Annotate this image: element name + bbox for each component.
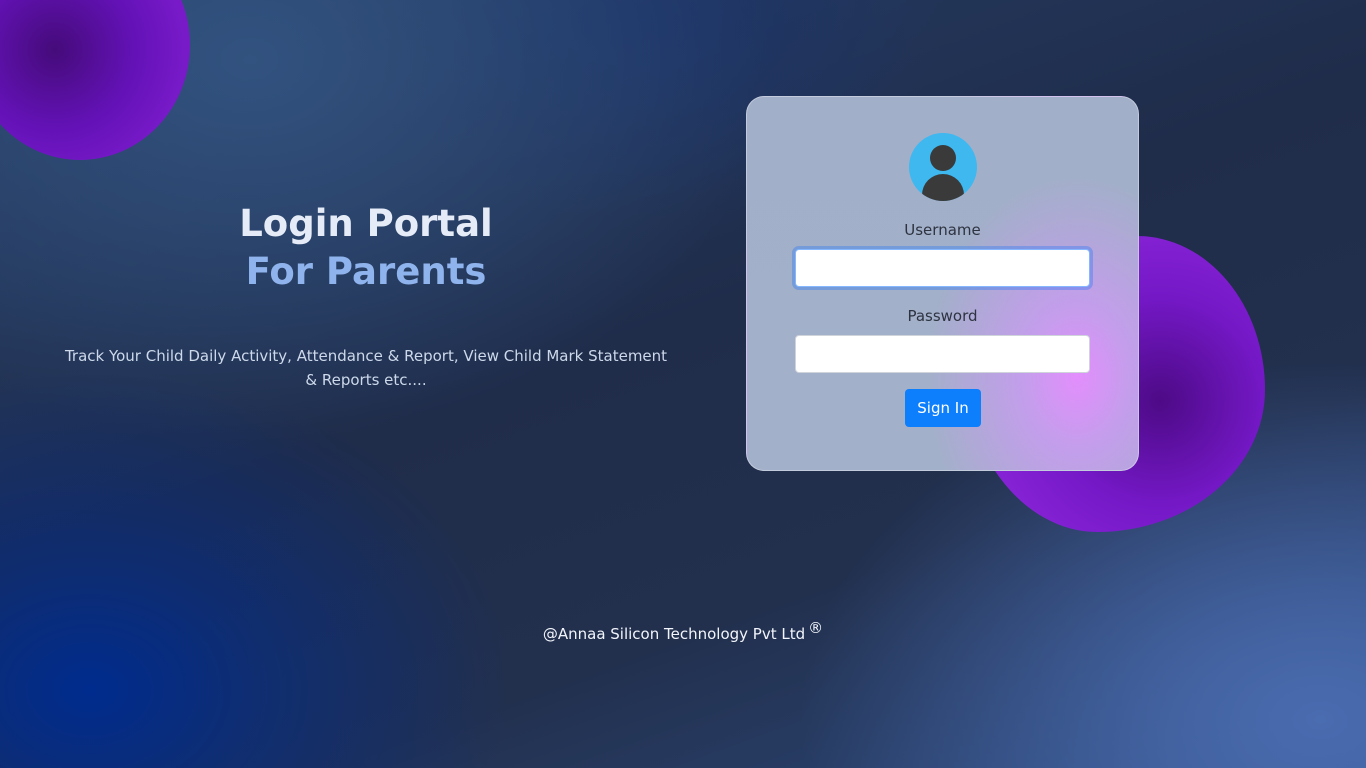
decorative-blob-top-left <box>0 0 190 160</box>
hero-description: Track Your Child Daily Activity, Attenda… <box>64 347 668 389</box>
registered-mark: ® <box>808 619 824 637</box>
username-label: Username <box>904 221 981 239</box>
avatar-body <box>922 174 964 201</box>
login-card: Username Password Sign In <box>746 96 1139 471</box>
user-avatar-icon <box>909 133 977 201</box>
password-label: Password <box>907 307 978 325</box>
username-input[interactable] <box>795 249 1090 287</box>
sign-in-button[interactable]: Sign In <box>905 389 981 427</box>
password-input[interactable] <box>795 335 1090 373</box>
hero-section: Login Portal For Parents Track Your Chil… <box>60 200 672 392</box>
footer: @Annaa Silicon Technology Pvt Ltd ® <box>0 616 1366 646</box>
page-subtitle: For Parents <box>245 250 487 293</box>
page-title: Login Portal <box>239 202 493 245</box>
footer-copyright: @Annaa Silicon Technology Pvt Ltd <box>542 625 806 643</box>
avatar-head <box>930 145 956 171</box>
